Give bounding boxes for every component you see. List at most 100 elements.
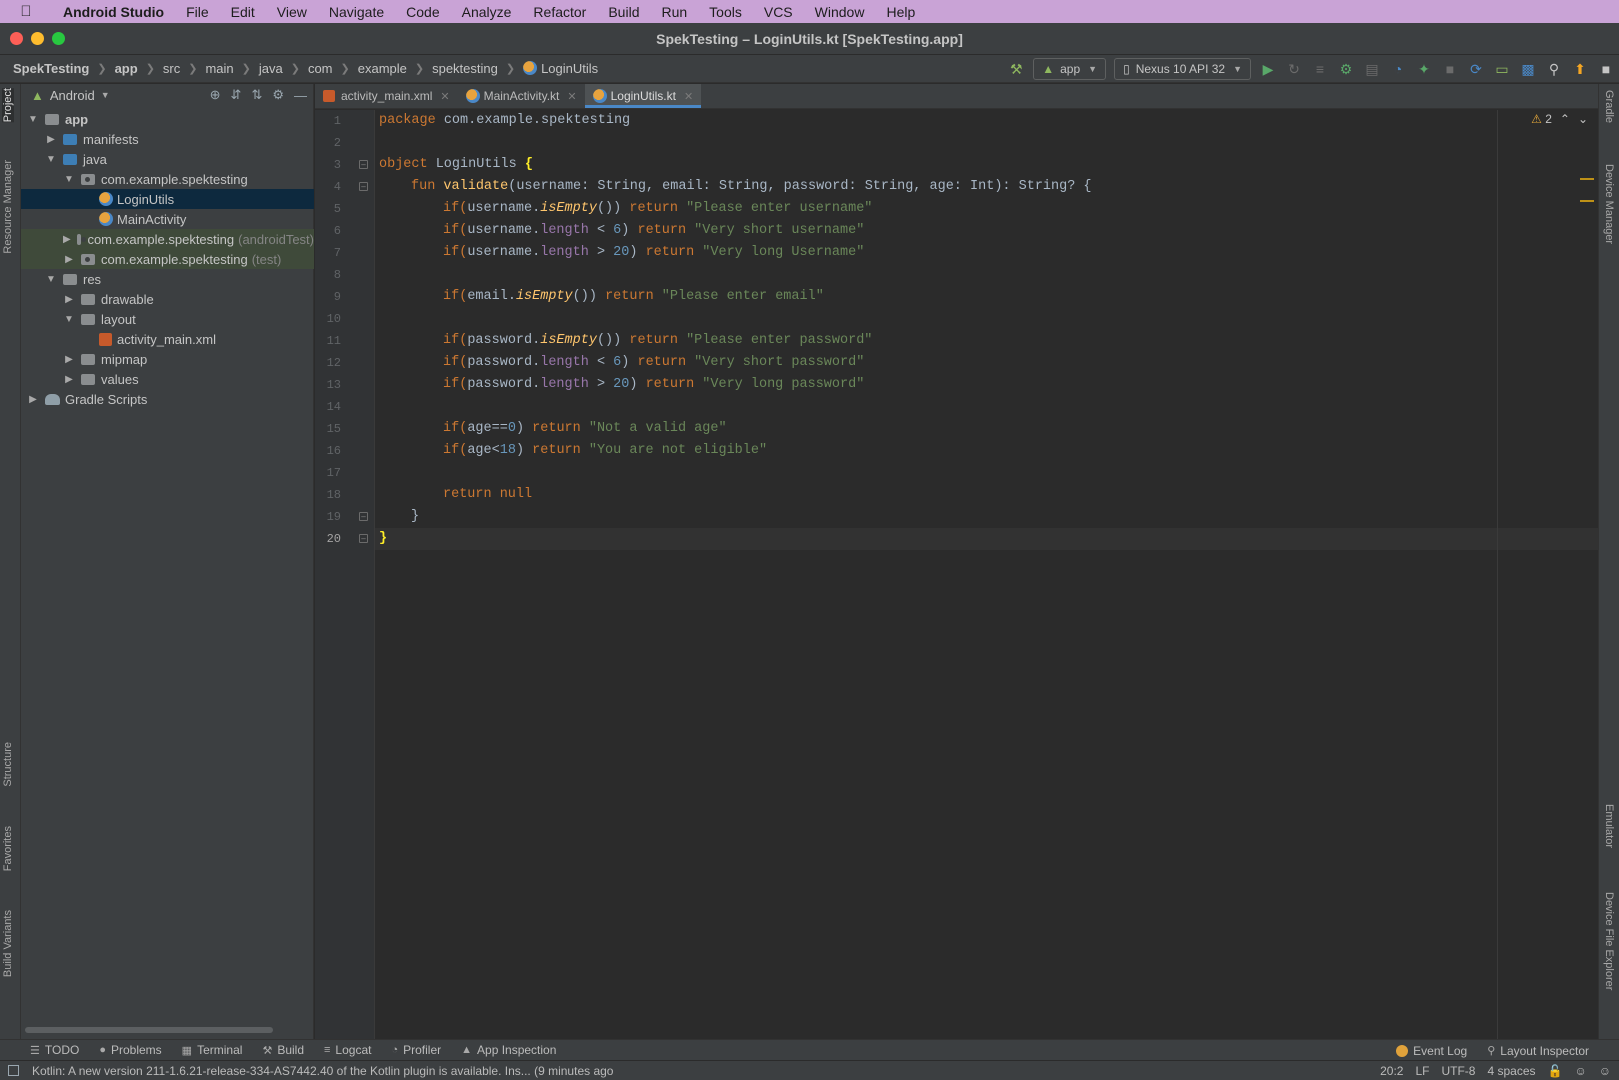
breadcrumb-example[interactable]: example (358, 61, 407, 76)
minimize-window-button[interactable] (31, 32, 44, 45)
tab-mainactivity-kt[interactable]: MainActivity.kt ✕ (458, 84, 585, 108)
todo-tool-button[interactable]: ☰ TODO (20, 1043, 89, 1057)
menu-android-studio[interactable]: Android Studio (52, 4, 175, 20)
resource-manager-tool-button[interactable]: Resource Manager (2, 160, 14, 254)
tree-item-package-test[interactable]: ▶ com.example.spektesting (test) (21, 249, 314, 269)
update-icon[interactable]: ⬆ (1567, 58, 1593, 80)
run-icon[interactable]: ▶ (1255, 58, 1281, 80)
menu-code[interactable]: Code (395, 4, 450, 20)
breadcrumb-spektesting[interactable]: spektesting (432, 61, 498, 76)
gradle-tool-button[interactable]: Gradle (1603, 90, 1615, 123)
fold-icon[interactable]: – (359, 512, 368, 521)
gear-icon[interactable]: ⚙ (272, 87, 284, 103)
collapse-all-icon[interactable]: ⇅ (251, 87, 262, 103)
menu-vcs[interactable]: VCS (753, 4, 804, 20)
code-editor[interactable]: 1 2 3 4 5 6 7 8 9 10 11 12 13 14 15 16 1… (315, 110, 1598, 1039)
breadcrumb-app[interactable]: app (115, 61, 138, 76)
hide-panel-icon[interactable]: — (294, 88, 307, 103)
chevron-down-icon[interactable]: ▼ (63, 314, 75, 325)
layout-inspector-tool-button[interactable]: ⚲ Layout Inspector (1477, 1044, 1599, 1058)
tree-item-activity-main-xml[interactable]: activity_main.xml (21, 329, 314, 349)
device-manager-icon[interactable]: ▭ (1489, 58, 1515, 80)
profile-icon[interactable]: ◔ (1385, 58, 1411, 80)
account-icon[interactable]: ■ (1593, 58, 1619, 80)
terminal-tool-button[interactable]: ▦ Terminal (172, 1043, 253, 1057)
problems-tool-button[interactable]: ● Problems (89, 1043, 171, 1057)
indent-setting[interactable]: 4 spaces (1487, 1064, 1535, 1078)
close-icon[interactable]: ✕ (440, 90, 449, 103)
tree-item-mainactivity[interactable]: MainActivity (21, 209, 314, 229)
project-view-select[interactable]: ▲ Android ▼ (31, 88, 110, 103)
breadcrumb-java[interactable]: java (259, 61, 283, 76)
device-manager-tool-button[interactable]: Device Manager (1603, 164, 1615, 244)
fold-icon[interactable]: – (359, 160, 368, 169)
horizontal-scrollbar[interactable] (25, 1027, 273, 1033)
apply-changes-icon[interactable]: ≡ (1307, 58, 1333, 80)
chevron-down-icon[interactable]: ▼ (63, 174, 75, 185)
chevron-down-icon[interactable]: ▼ (27, 114, 39, 125)
menu-window[interactable]: Window (804, 4, 876, 20)
close-icon[interactable]: ✕ (684, 90, 693, 103)
menu-navigate[interactable]: Navigate (318, 4, 395, 20)
project-tool-button[interactable]: Project (2, 88, 14, 123)
debug-icon[interactable]: ⚙ (1333, 58, 1359, 80)
tree-item-values[interactable]: ▶ values (21, 369, 314, 389)
panel-toggle-icon[interactable] (8, 1065, 19, 1076)
attach-debugger-icon[interactable]: ✦ (1411, 58, 1437, 80)
chevron-right-icon[interactable]: ▶ (45, 134, 57, 145)
breadcrumb-src[interactable]: src (163, 61, 180, 76)
menu-tools[interactable]: Tools (698, 4, 753, 20)
chevron-right-icon[interactable]: ▶ (63, 374, 75, 385)
build-variants-tool-button[interactable]: Build Variants (2, 910, 14, 977)
notifications-icon[interactable]: ☺ (1599, 1064, 1611, 1078)
device-select[interactable]: ▯ Nexus 10 API 32 ▼ (1114, 58, 1251, 80)
event-log-tool-button[interactable]: 5Event Log (1386, 1044, 1477, 1058)
tree-item-manifests[interactable]: ▶ manifests (21, 129, 314, 149)
tree-item-package-main[interactable]: ▼ com.example.spektesting (21, 169, 314, 189)
tab-loginutils-kt[interactable]: LoginUtils.kt ✕ (584, 84, 702, 108)
sdk-manager-icon[interactable]: ▩ (1515, 58, 1541, 80)
menu-analyze[interactable]: Analyze (451, 4, 523, 20)
hammer-icon[interactable]: ⚒ (1003, 58, 1029, 80)
stop-icon[interactable]: ■ (1437, 58, 1463, 80)
menu-refactor[interactable]: Refactor (522, 4, 597, 20)
tree-item-gradle-scripts[interactable]: ▶ Gradle Scripts (21, 389, 314, 409)
locate-icon[interactable]: ⊕ (210, 87, 221, 103)
profiler-tool-button[interactable]: ◔ Profiler (381, 1043, 451, 1057)
chevron-down-icon[interactable]: ⌄ (1578, 112, 1588, 126)
breadcrumb-com[interactable]: com (308, 61, 333, 76)
menu-edit[interactable]: Edit (220, 4, 266, 20)
warning-marker[interactable] (1580, 178, 1594, 180)
app-inspection-tool-button[interactable]: ▲ App Inspection (451, 1043, 566, 1057)
run-config-select[interactable]: ▲ app ▼ (1033, 58, 1107, 80)
chevron-down-icon[interactable]: ▼ (45, 154, 57, 165)
coverage-icon[interactable]: ▤ (1359, 58, 1385, 80)
menu-help[interactable]: Help (875, 4, 926, 20)
structure-tool-button[interactable]: Structure (2, 742, 14, 787)
expand-all-icon[interactable]: ⇵ (231, 87, 242, 103)
search-icon[interactable]: ⚲ (1541, 58, 1567, 80)
file-encoding[interactable]: UTF-8 (1441, 1064, 1475, 1078)
zoom-window-button[interactable] (52, 32, 65, 45)
fold-icon[interactable]: – (359, 534, 368, 543)
tree-item-layout[interactable]: ▼ layout (21, 309, 314, 329)
chevron-right-icon[interactable]: ▶ (63, 354, 75, 365)
favorites-tool-button[interactable]: Favorites (2, 826, 14, 871)
close-window-button[interactable] (10, 32, 23, 45)
menu-build[interactable]: Build (597, 4, 650, 20)
menu-run[interactable]: Run (650, 4, 698, 20)
rerun-icon[interactable]: ↻ (1281, 58, 1307, 80)
breadcrumb-main[interactable]: main (205, 61, 233, 76)
emulator-tool-button[interactable]: Emulator (1603, 804, 1615, 848)
close-icon[interactable]: ✕ (567, 90, 576, 103)
tree-item-app[interactable]: ▼ app (21, 109, 314, 129)
status-message[interactable]: Kotlin: A new version 211-1.6.21-release… (32, 1064, 613, 1078)
tree-item-mipmap[interactable]: ▶ mipmap (21, 349, 314, 369)
breadcrumb-loginutils[interactable]: LoginUtils (523, 61, 598, 76)
build-tool-button[interactable]: ⚒ Build (252, 1043, 314, 1057)
chevron-down-icon[interactable]: ▼ (45, 274, 57, 285)
tree-item-res[interactable]: ▼ res (21, 269, 314, 289)
chevron-right-icon[interactable]: ▶ (27, 394, 39, 405)
chevron-right-icon[interactable]: ▶ (63, 234, 71, 245)
smiley-icon[interactable]: ☺ (1574, 1064, 1586, 1078)
